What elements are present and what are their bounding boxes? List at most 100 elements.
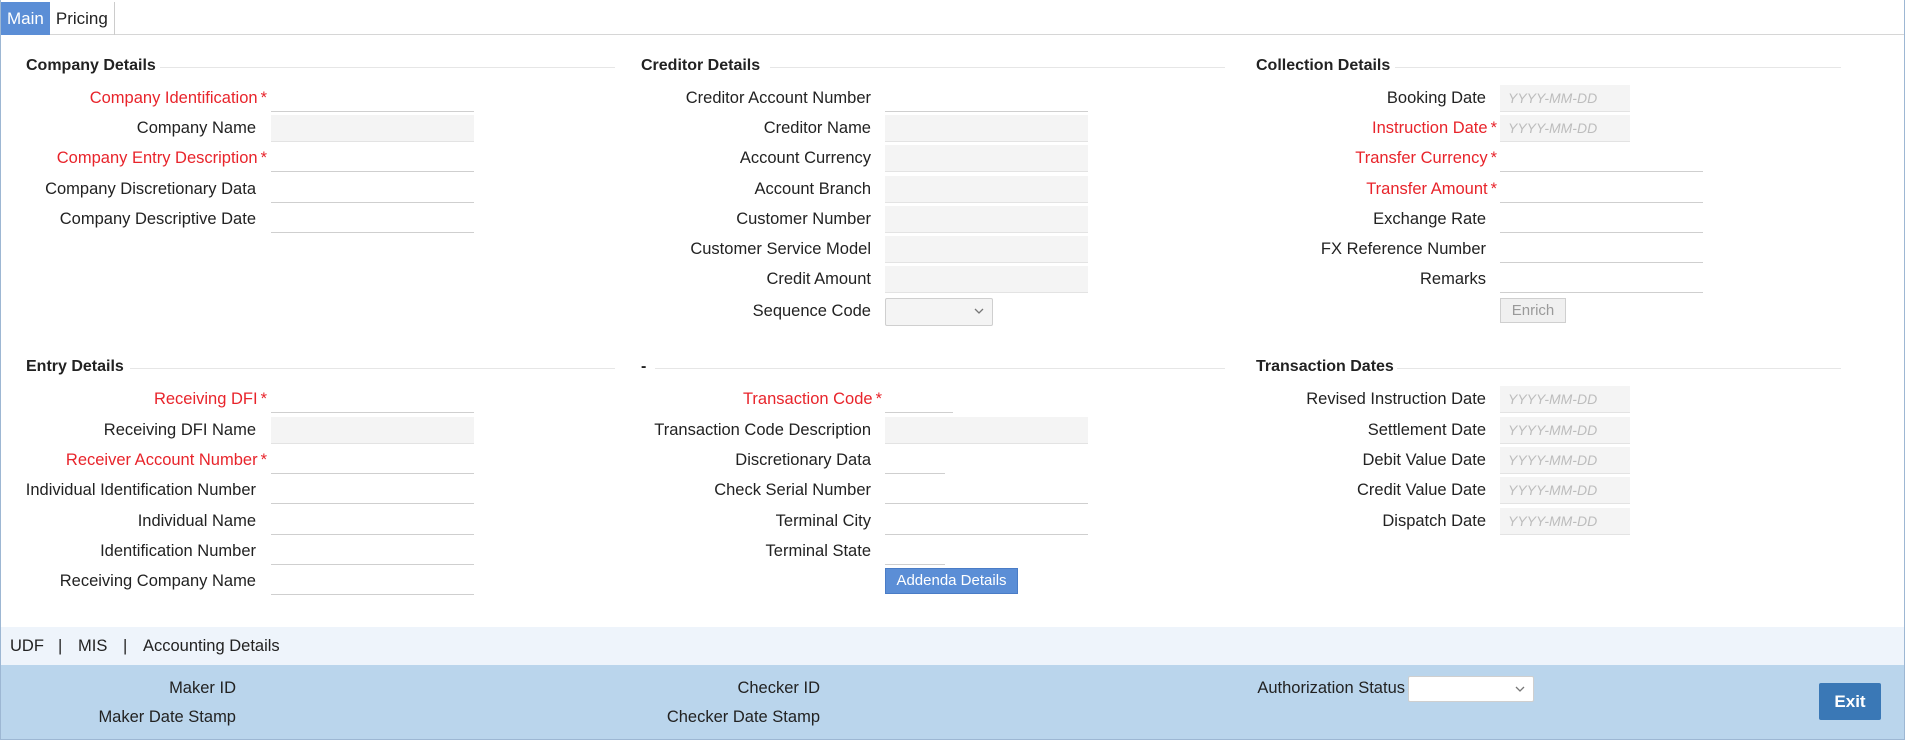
label-credit-amount: Credit Amount <box>766 270 871 288</box>
label-transfer-currency: Transfer Currency * <box>1355 149 1497 167</box>
section-divider <box>1397 368 1841 369</box>
creditor-account-number-input[interactable] <box>885 85 1088 112</box>
link-separator: | <box>58 637 63 655</box>
section-title-transaction: - <box>641 358 647 375</box>
dispatch-date-input[interactable]: YYYY-MM-DD <box>1500 508 1630 535</box>
transaction-code-description-input[interactable] <box>885 417 1088 444</box>
label-company-entry-description: Company Entry Description * <box>56 149 267 167</box>
chevron-down-icon <box>1515 686 1525 692</box>
sequence-code-select[interactable] <box>885 298 993 326</box>
section-divider <box>160 67 615 68</box>
exchange-rate-input[interactable] <box>1500 206 1703 233</box>
tab-main[interactable]: Main <box>1 2 50 35</box>
sub-screen-links-bar: UDF | MIS | Accounting Details <box>1 627 1904 665</box>
label-maker-id: Maker ID <box>169 679 236 697</box>
enrich-button[interactable]: Enrich <box>1500 298 1566 323</box>
label-checker-id: Checker ID <box>737 679 820 697</box>
identification-number-input[interactable] <box>271 538 474 565</box>
mis-link[interactable]: MIS <box>78 637 107 656</box>
individual-identification-number-input[interactable] <box>271 477 474 504</box>
label-discretionary-data: Discretionary Data <box>735 451 871 469</box>
credit-amount-input[interactable] <box>885 266 1088 293</box>
label-customer-service-model: Customer Service Model <box>690 240 871 258</box>
label-terminal-state: Terminal State <box>765 542 871 560</box>
label-company-discretionary-data: Company Discretionary Data <box>45 180 256 198</box>
transaction-code-input[interactable] <box>885 386 953 413</box>
label-terminal-city: Terminal City <box>775 512 871 530</box>
booking-date-input[interactable]: YYYY-MM-DD <box>1500 85 1630 112</box>
revised-instruction-date-input[interactable]: YYYY-MM-DD <box>1500 386 1630 413</box>
label-receiver-account-number: Receiver Account Number * <box>65 451 267 469</box>
credit-value-date-input[interactable]: YYYY-MM-DD <box>1500 477 1630 504</box>
terminal-city-input[interactable] <box>885 508 1088 535</box>
section-title-entry-details: Entry Details <box>26 358 124 375</box>
label-company-identification: Company Identification * <box>89 89 267 107</box>
exit-button[interactable]: Exit <box>1819 683 1881 720</box>
label-dispatch-date: Dispatch Date <box>1382 512 1486 530</box>
label-revised-instruction-date: Revised Instruction Date <box>1306 390 1486 408</box>
receiving-dfi-input[interactable] <box>271 386 474 413</box>
label-sequence-code: Sequence Code <box>752 302 871 320</box>
check-serial-number-input[interactable] <box>885 477 1088 504</box>
label-receiving-dfi-name: Receiving DFI Name <box>103 421 256 439</box>
company-entry-description-input[interactable] <box>271 145 474 172</box>
company-name-input[interactable] <box>271 115 474 142</box>
label-creditor-account-number: Creditor Account Number <box>685 89 871 107</box>
instruction-date-input[interactable]: YYYY-MM-DD <box>1500 115 1630 142</box>
accounting-details-link[interactable]: Accounting Details <box>143 637 280 656</box>
label-check-serial-number: Check Serial Number <box>714 481 871 499</box>
label-transaction-code: Transaction Code * <box>742 390 882 408</box>
label-receiving-company-name: Receiving Company Name <box>59 572 256 590</box>
individual-name-input[interactable] <box>271 508 474 535</box>
label-exchange-rate: Exchange Rate <box>1373 210 1486 228</box>
section-divider <box>130 368 615 369</box>
receiving-dfi-name-input[interactable] <box>271 417 474 444</box>
transfer-currency-input[interactable] <box>1500 145 1703 172</box>
label-remarks: Remarks <box>1419 270 1486 288</box>
link-separator: | <box>123 637 128 655</box>
label-company-descriptive-date: Company Descriptive Date <box>59 210 256 228</box>
receiver-account-number-input[interactable] <box>271 447 474 474</box>
label-credit-value-date: Credit Value Date <box>1356 481 1486 499</box>
terminal-state-input[interactable] <box>885 538 945 565</box>
transfer-amount-input[interactable] <box>1500 176 1703 203</box>
label-transfer-amount: Transfer Amount * <box>1366 180 1497 198</box>
remarks-input[interactable] <box>1500 266 1703 293</box>
debit-value-date-input[interactable]: YYYY-MM-DD <box>1500 447 1630 474</box>
udf-link[interactable]: UDF <box>10 637 44 656</box>
fx-reference-number-input[interactable] <box>1500 236 1703 263</box>
label-maker-date-stamp: Maker Date Stamp <box>98 708 236 726</box>
addenda-details-button[interactable]: Addenda Details <box>885 568 1018 594</box>
discretionary-data-input[interactable] <box>885 447 945 474</box>
label-instruction-date: Instruction Date * <box>1372 119 1497 137</box>
tab-bar: Main Pricing <box>1 2 1904 35</box>
chevron-down-icon <box>974 308 984 314</box>
customer-service-model-input[interactable] <box>885 236 1088 263</box>
label-individual-name: Individual Name <box>137 512 256 530</box>
tab-pricing[interactable]: Pricing <box>50 2 115 35</box>
label-debit-value-date: Debit Value Date <box>1362 451 1486 469</box>
section-divider <box>655 368 1225 369</box>
label-account-branch: Account Branch <box>754 180 871 198</box>
creditor-name-input[interactable] <box>885 115 1088 142</box>
company-descriptive-date-input[interactable] <box>271 206 474 233</box>
label-settlement-date: Settlement Date <box>1367 421 1486 439</box>
label-checker-date-stamp: Checker Date Stamp <box>666 708 820 726</box>
audit-footer <box>1 665 1904 739</box>
label-customer-number: Customer Number <box>736 210 871 228</box>
section-title-transaction-dates: Transaction Dates <box>1256 358 1394 375</box>
customer-number-input[interactable] <box>885 206 1088 233</box>
section-title-company-details: Company Details <box>26 57 156 74</box>
company-discretionary-data-input[interactable] <box>271 176 474 203</box>
section-title-collection-details: Collection Details <box>1256 57 1391 74</box>
settlement-date-input[interactable]: YYYY-MM-DD <box>1500 417 1630 444</box>
section-title-creditor-details: Creditor Details <box>641 57 761 74</box>
label-individual-identification-number: Individual Identification Number <box>25 481 256 499</box>
receiving-company-name-input[interactable] <box>271 568 474 595</box>
authorization-status-select[interactable] <box>1408 676 1534 702</box>
account-branch-input[interactable] <box>885 176 1088 203</box>
company-identification-input[interactable] <box>271 85 474 112</box>
label-creditor-name: Creditor Name <box>763 119 871 137</box>
account-currency-input[interactable] <box>885 145 1088 172</box>
section-divider <box>1395 67 1841 68</box>
